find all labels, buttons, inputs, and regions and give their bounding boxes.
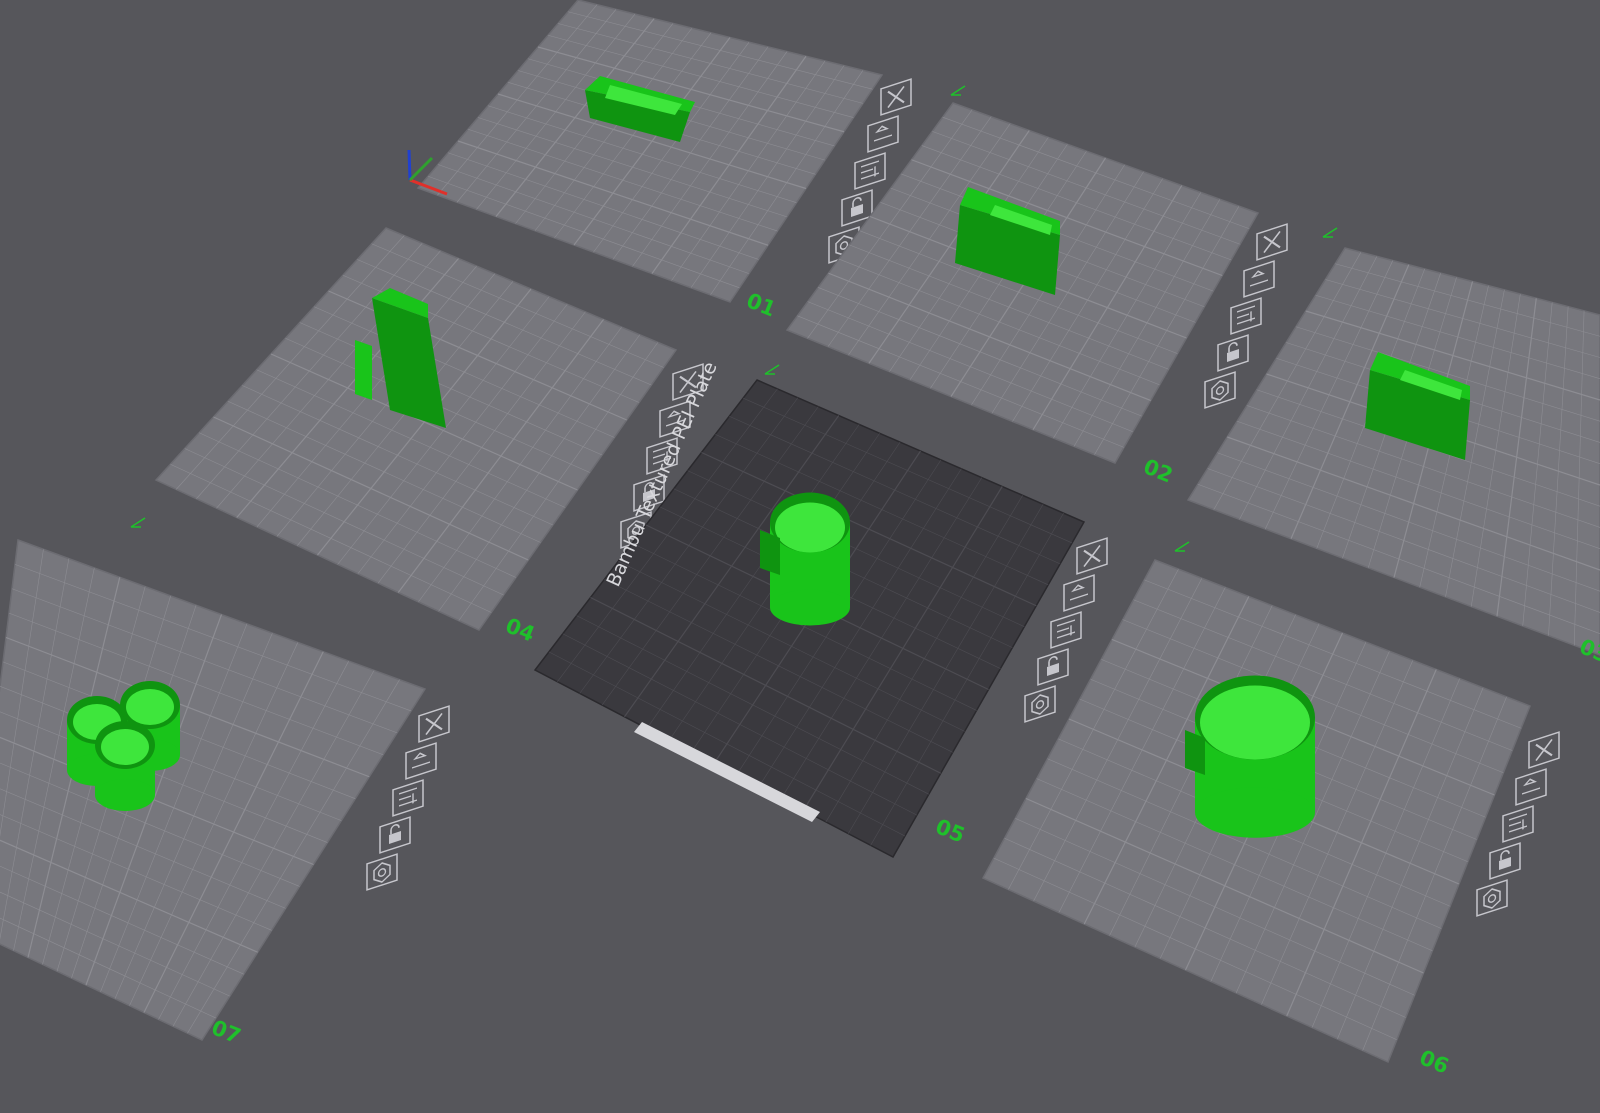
build-plate[interactable] xyxy=(1186,247,1600,656)
plates-scene[interactable]: 01020304Bambu Textured PEI Plate050607 xyxy=(0,0,1600,1113)
edit-plate-name-icon[interactable] xyxy=(950,85,966,96)
edit-plate-name-icon[interactable] xyxy=(1322,227,1338,238)
orient-icon[interactable] xyxy=(1230,297,1262,335)
settings-icon[interactable] xyxy=(1476,879,1508,917)
plates-layer: 01020304Bambu Textured PEI Plate050607 xyxy=(0,0,1600,1079)
build-plate[interactable] xyxy=(0,538,427,1041)
arrange-icon[interactable] xyxy=(1515,768,1547,806)
plate-number-06: 06 xyxy=(1416,1045,1452,1078)
plate-number-02: 02 xyxy=(1140,454,1176,487)
settings-icon[interactable] xyxy=(1024,685,1056,723)
orient-icon[interactable] xyxy=(392,779,424,817)
plate-number-01: 01 xyxy=(743,288,779,321)
edit-plate-name-icon[interactable] xyxy=(764,364,780,375)
printable-model[interactable] xyxy=(760,492,850,626)
arrange-icon[interactable] xyxy=(1243,260,1275,298)
close-icon[interactable] xyxy=(1528,731,1560,769)
close-icon[interactable] xyxy=(1076,537,1108,575)
orient-icon[interactable] xyxy=(1050,611,1082,649)
plate-number-05: 05 xyxy=(932,814,968,847)
arrange-icon[interactable] xyxy=(867,115,899,153)
plate-07[interactable]: 07 xyxy=(0,517,450,1049)
plate-number-04: 04 xyxy=(502,613,538,646)
orient-icon[interactable] xyxy=(854,152,886,190)
settings-icon[interactable] xyxy=(1204,371,1236,409)
lock-icon[interactable] xyxy=(1489,842,1521,880)
arrange-icon[interactable] xyxy=(1063,574,1095,612)
close-icon[interactable] xyxy=(1256,223,1288,261)
settings-icon[interactable] xyxy=(366,853,398,891)
lock-icon[interactable] xyxy=(379,816,411,854)
edit-plate-name-icon[interactable] xyxy=(130,517,146,528)
close-icon[interactable] xyxy=(880,78,912,116)
lock-icon[interactable] xyxy=(1217,334,1249,372)
printable-model[interactable] xyxy=(1185,675,1315,838)
close-icon[interactable] xyxy=(418,705,450,743)
arrange-icon[interactable] xyxy=(405,742,437,780)
3d-viewport[interactable]: 01 02 03 04 Bambu Textured PEI Plate 05 06 07 xyxy=(0,0,1600,1113)
lock-icon[interactable] xyxy=(1037,648,1069,686)
edit-plate-name-icon[interactable] xyxy=(1174,541,1190,552)
orient-icon[interactable] xyxy=(1502,805,1534,843)
